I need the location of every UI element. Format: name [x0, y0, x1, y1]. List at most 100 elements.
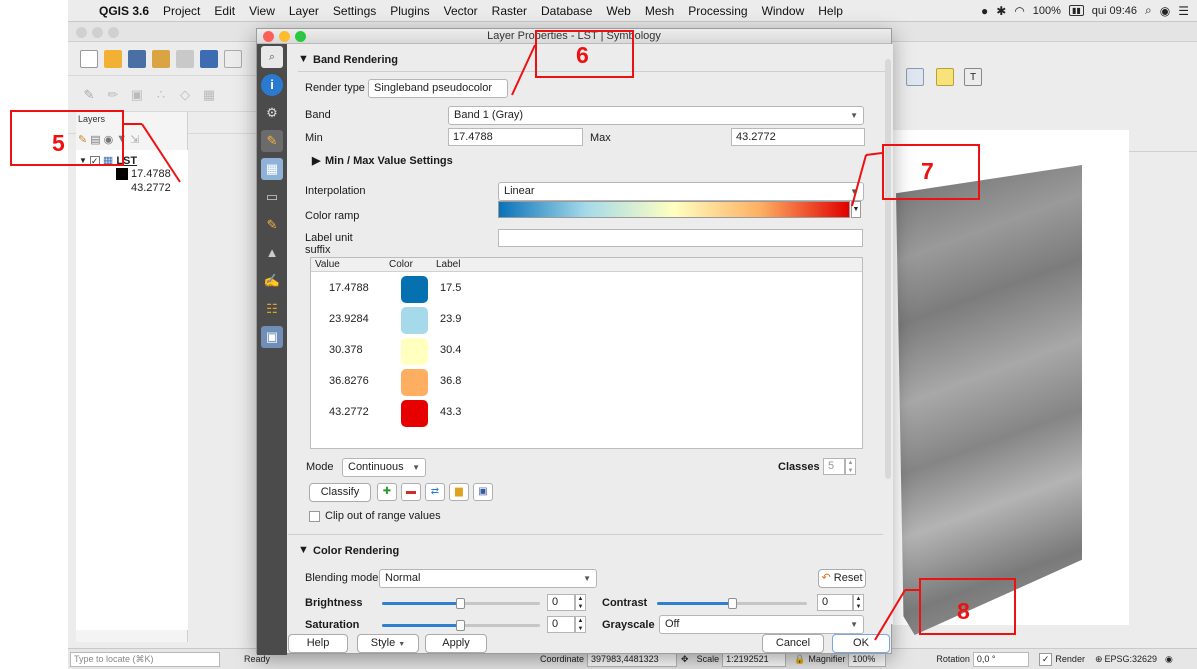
rotation-field[interactable]: 0,0 ° [972, 651, 1029, 667]
symbology-tab-icon[interactable]: ✎ [261, 130, 283, 152]
class-color-swatch[interactable] [401, 369, 428, 396]
menu-processing[interactable]: Processing [681, 4, 754, 18]
spinbox-arrows-icon[interactable]: ▲ ▼ [845, 458, 856, 475]
menu-mesh[interactable]: Mesh [638, 4, 681, 18]
menubar-clock[interactable]: qui 09:46 [1092, 5, 1137, 17]
annotation-tool-icon[interactable] [936, 68, 954, 86]
metadata-tab-icon[interactable]: ✍ [261, 270, 283, 292]
export-to-file-icon[interactable]: ▣ [473, 483, 493, 501]
load-from-file-icon[interactable]: ▆ [449, 483, 469, 501]
transparency-tab-icon[interactable]: ▦ [261, 158, 283, 180]
contrast-spinbox[interactable]: 0 ▲ ▼ [817, 594, 864, 611]
current-edits-icon[interactable]: ✎ [80, 86, 98, 104]
value-column-header[interactable]: Value [315, 258, 340, 272]
python-console-icon[interactable] [224, 49, 242, 68]
menu-help[interactable]: Help [811, 4, 850, 18]
class-label[interactable]: 23.9 [440, 313, 461, 325]
label-column-header[interactable]: Label [436, 258, 460, 272]
layout-manager-icon[interactable] [176, 49, 194, 68]
remove-class-icon[interactable]: ▬ [401, 483, 421, 501]
open-project-icon[interactable] [104, 49, 122, 68]
save-project-icon[interactable] [128, 49, 146, 68]
menu-project[interactable]: Project [156, 4, 207, 18]
classes-spinbox[interactable]: 5 ▲ ▼ [823, 458, 856, 475]
class-row[interactable]: 23.9284 23.9 [311, 305, 862, 336]
new-project-icon[interactable] [80, 49, 98, 68]
color-column-header[interactable]: Color [389, 258, 413, 272]
grayscale-select[interactable]: Off ▼ [659, 615, 864, 634]
max-field[interactable]: 43.2772 [731, 128, 865, 146]
reset-button[interactable]: ↶ Reset [818, 569, 866, 588]
color-rendering-toggle-icon[interactable]: ▼ [298, 544, 309, 556]
ok-button[interactable]: OK [832, 634, 890, 653]
histogram-tab-icon[interactable]: ▭ [261, 186, 283, 208]
interpolation-select[interactable]: Linear ▼ [498, 182, 864, 201]
zoom-full-icon[interactable] [906, 68, 924, 86]
menu-app-qgis[interactable]: QGIS 3.6 [92, 4, 156, 18]
class-label[interactable]: 30.4 [440, 344, 461, 356]
class-color-swatch[interactable] [401, 307, 428, 334]
min-field[interactable]: 17.4788 [448, 128, 583, 146]
save-edits-icon[interactable]: ▣ [128, 86, 146, 104]
saturation-slider-handle[interactable] [456, 620, 465, 631]
user-icon[interactable]: ● [981, 4, 988, 18]
class-row[interactable]: 43.2772 43.3 [311, 398, 862, 429]
crs-button[interactable]: EPSG:32629 [1105, 654, 1158, 664]
class-value[interactable]: 23.9284 [329, 313, 369, 325]
dialog-minimize-icon[interactable] [279, 31, 290, 42]
source-tab-icon[interactable]: ⚙ [261, 102, 283, 124]
saturation-spinbox[interactable]: 0 ▲ ▼ [547, 616, 586, 633]
mode-select[interactable]: Continuous ▼ [342, 458, 426, 477]
text-annotation-icon[interactable]: T [964, 68, 982, 86]
class-value[interactable]: 30.378 [329, 344, 363, 356]
minmax-settings-toggle[interactable]: Min / Max Value Settings [325, 155, 453, 167]
help-button[interactable]: Help [288, 634, 348, 653]
spotlight-search-icon[interactable]: ⌕ [1145, 3, 1152, 18]
color-rendering-section-title[interactable]: Color Rendering [313, 545, 399, 557]
class-row[interactable]: 30.378 30.4 [311, 336, 862, 367]
add-polygon-feature-icon[interactable]: ◇ [176, 86, 194, 104]
legend-tab-icon[interactable]: ☷ [261, 298, 283, 320]
reverse-order-icon[interactable]: ⇄ [425, 483, 445, 501]
bluetooth-icon[interactable]: ✱ [996, 4, 1006, 18]
class-color-swatch[interactable] [401, 338, 428, 365]
menu-window[interactable]: Window [755, 4, 812, 18]
siri-icon[interactable]: ◉ [1160, 4, 1170, 18]
battery-icon[interactable]: ▮▮ [1068, 5, 1084, 16]
menu-database[interactable]: Database [534, 4, 599, 18]
new-print-layout-icon[interactable] [152, 49, 170, 68]
menu-layer[interactable]: Layer [282, 4, 326, 18]
menu-settings[interactable]: Settings [326, 4, 383, 18]
style-button[interactable]: Style ▼ [357, 634, 419, 653]
menu-plugins[interactable]: Plugins [383, 4, 436, 18]
messages-icon[interactable]: ◉ [1165, 654, 1173, 665]
class-row[interactable]: 17.4788 17.5 [311, 274, 862, 305]
expand-all-icon[interactable]: ⇲ [130, 133, 139, 146]
menu-edit[interactable]: Edit [207, 4, 242, 18]
minmax-expand-icon[interactable]: ▶ [312, 154, 320, 167]
window-close-icon[interactable] [76, 27, 87, 38]
toggle-extents-icon[interactable]: ✥ [681, 654, 689, 665]
sidebar-search-icon[interactable]: ⌕ [261, 46, 283, 68]
lock-scale-icon[interactable]: 🔒 [794, 654, 805, 665]
class-color-swatch[interactable] [401, 400, 428, 427]
class-value[interactable]: 17.4788 [329, 282, 369, 294]
class-value[interactable]: 43.2772 [329, 406, 369, 418]
menu-raster[interactable]: Raster [485, 4, 534, 18]
color-ramp-button[interactable] [498, 201, 850, 218]
classify-button[interactable]: Classify [309, 483, 371, 502]
style-manager-icon[interactable] [200, 49, 218, 68]
clip-out-of-range-checkbox[interactable] [309, 511, 320, 522]
brightness-spinbox[interactable]: 0 ▲ ▼ [547, 594, 586, 611]
menu-web[interactable]: Web [599, 4, 637, 18]
add-point-feature-icon[interactable]: ∴ [152, 86, 170, 104]
window-zoom-icon[interactable] [108, 27, 119, 38]
menu-view[interactable]: View [242, 4, 282, 18]
qgis-server-tab-icon[interactable]: ▣ [261, 326, 283, 348]
window-minimize-icon[interactable] [92, 27, 103, 38]
band-rendering-section-title[interactable]: Band Rendering [313, 54, 398, 66]
class-label[interactable]: 43.3 [440, 406, 461, 418]
spinbox-arrows-icon[interactable]: ▲ ▼ [575, 616, 586, 633]
notification-center-icon[interactable]: ☰ [1178, 4, 1189, 18]
node-tool-icon[interactable]: ▦ [200, 86, 218, 104]
